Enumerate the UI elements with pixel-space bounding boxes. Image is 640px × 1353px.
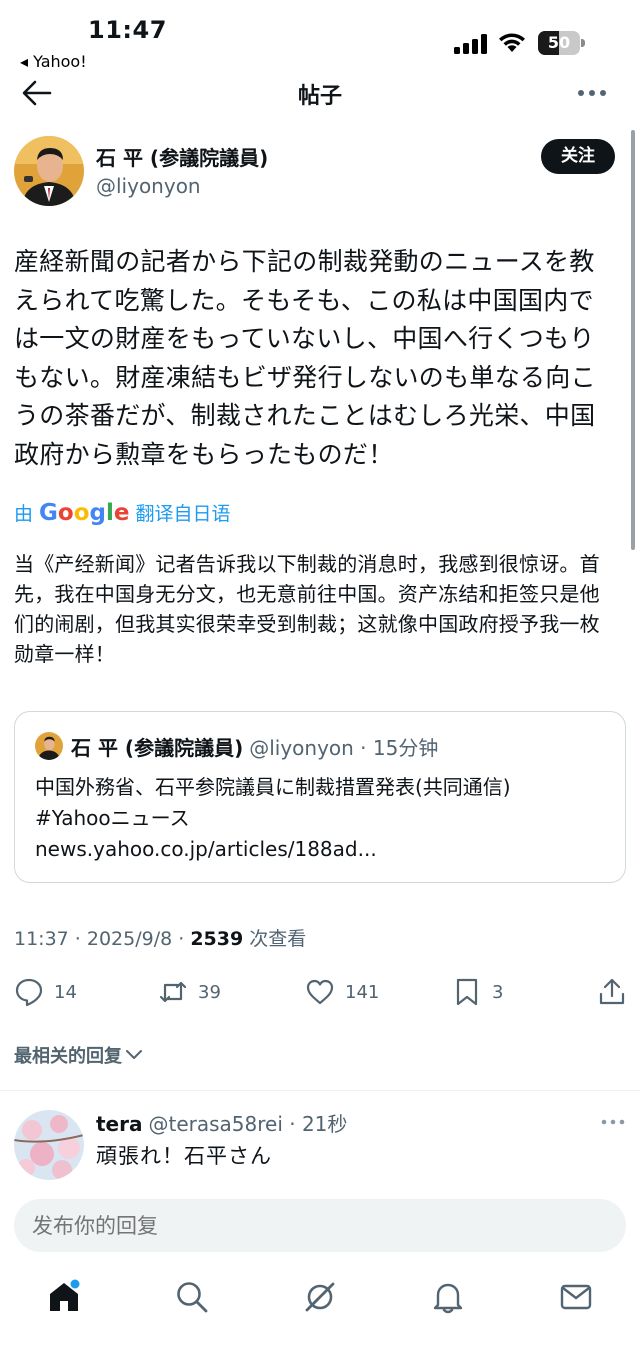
reply-sort-dropdown[interactable]: 最相关的回复	[14, 1042, 143, 1068]
post-timestamp: 11:37 · 2025/9/8 · 2539 次查看	[14, 924, 306, 951]
messages-icon[interactable]	[558, 1279, 594, 1315]
translate-prefix: 由	[14, 503, 34, 525]
battery-percentage: 50	[547, 33, 571, 52]
quoted-post-header: 石 平 (参議院議員) @liyonyon · 15分钟	[71, 732, 438, 761]
back-to-app-link[interactable]: ◂ Yahoo!	[20, 52, 87, 71]
cellular-signal-icon	[454, 34, 487, 54]
translation-attribution-link[interactable]: 由 Google 翻译自日语	[14, 499, 231, 526]
like-count: 141	[345, 981, 380, 1003]
wifi-icon	[499, 33, 525, 52]
reply-more-icon[interactable]	[600, 1118, 626, 1126]
reply-count: 14	[54, 981, 77, 1003]
share-icon	[599, 978, 625, 1005]
notifications-icon[interactable]	[430, 1279, 466, 1315]
quoted-post-card[interactable]: 石 平 (参議院議員) @liyonyon · 15分钟 中国外務省、石平参院議員…	[14, 711, 626, 883]
quoted-author-avatar	[35, 732, 63, 760]
bookmark-button[interactable]: 3	[452, 977, 503, 1007]
repost-icon	[159, 981, 187, 1003]
translated-text: 当《产经新闻》记者告诉我以下制裁的消息时，我感到很惊讶。首先，我在中国身无分文，…	[14, 552, 600, 666]
chevron-down-icon	[126, 1050, 142, 1059]
quoted-author-name: 石 平 (参議院議員)	[71, 736, 244, 760]
search-icon[interactable]	[174, 1279, 210, 1315]
views-label: 次查看	[243, 928, 307, 950]
home-icon[interactable]	[46, 1279, 82, 1315]
reply-button[interactable]: 14	[14, 977, 77, 1007]
reply-text: 頑張れ！石平さん	[96, 1144, 272, 1168]
reply-icon	[15, 978, 43, 1007]
reply-author-avatar[interactable]	[14, 1110, 84, 1180]
repost-button[interactable]: 39	[158, 977, 221, 1007]
author-avatar[interactable]	[14, 136, 84, 206]
reply-header: tera @terasa58rei · 21秒	[96, 1108, 347, 1137]
author-handle[interactable]: @liyonyon	[96, 174, 201, 198]
author-name[interactable]: 石 平 (参議院議員)	[96, 142, 268, 171]
quoted-post-body: 中国外務省、石平参院議員に制裁措置発表(共同通信) #Yahooニュース new…	[35, 772, 615, 865]
battery-icon: 50	[538, 31, 586, 55]
heart-icon	[306, 979, 334, 1005]
reply-input[interactable]	[14, 1199, 626, 1252]
bookmark-count: 3	[492, 981, 504, 1003]
views-count: 2539	[190, 928, 244, 950]
status-time: 11:47	[88, 16, 167, 44]
repost-count: 39	[198, 981, 221, 1003]
like-button[interactable]: 141	[305, 977, 379, 1007]
divider	[0, 1090, 640, 1091]
quoted-post-link: news.yahoo.co.jp/articles/188ad...	[35, 837, 377, 861]
grok-icon[interactable]	[302, 1279, 338, 1315]
google-logo: Google	[39, 499, 130, 526]
quoted-post-line: 中国外務省、石平参院議員に制裁措置発表(共同通信)	[35, 775, 511, 799]
quoted-post-meta: @liyonyon · 15分钟	[249, 736, 439, 760]
bookmark-icon	[456, 978, 478, 1006]
quoted-post-hashtag: #Yahooニュース	[35, 806, 190, 830]
more-options-icon[interactable]	[576, 82, 608, 104]
reply-sort-label: 最相关的回复	[14, 1046, 122, 1067]
timestamp-text: 11:37 · 2025/9/8 ·	[14, 928, 191, 950]
reply-author-name[interactable]: tera	[96, 1112, 142, 1136]
reply-meta: @terasa58rei · 21秒	[148, 1112, 348, 1136]
follow-button[interactable]: 关注	[541, 139, 615, 174]
translate-suffix: 翻译自日语	[135, 503, 231, 525]
post-text: 産経新聞の記者から下記の制裁発動のニュースを教えられて吃驚した。そもそも、この私…	[14, 247, 596, 469]
scrollbar[interactable]	[631, 130, 635, 550]
share-button[interactable]	[597, 977, 627, 1007]
page-title: 帖子	[297, 84, 342, 109]
